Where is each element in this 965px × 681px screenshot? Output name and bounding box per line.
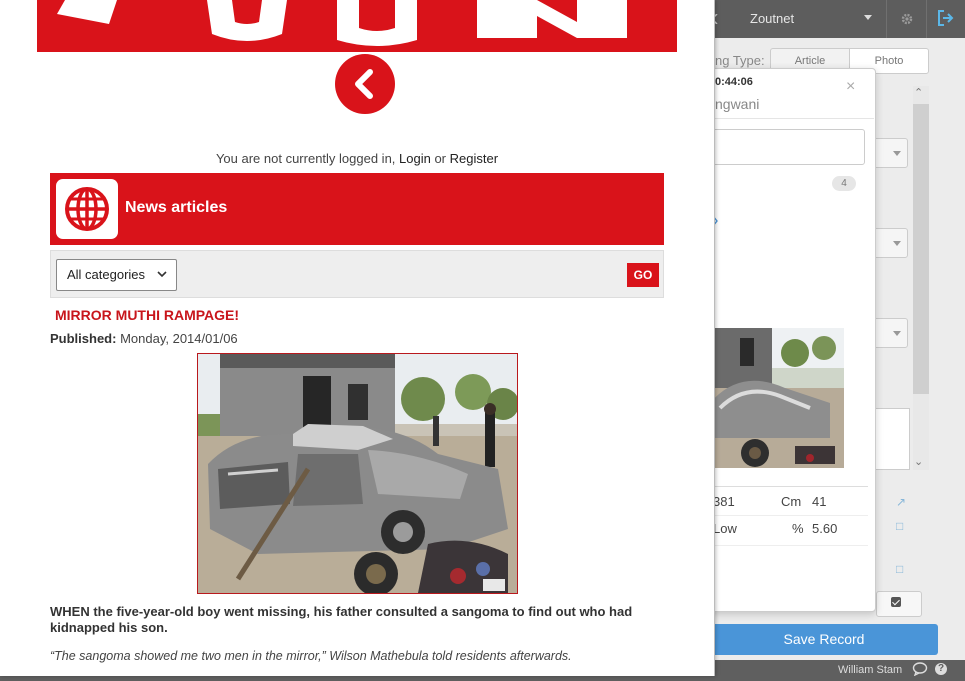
go-button[interactable]: GO [627,263,659,287]
close-icon[interactable]: × [846,78,855,96]
section-title: News articles [125,199,228,216]
stat-label: % [792,521,804,536]
article-headline-link[interactable]: MIRROR MUTHI RAMPAGE! [55,307,239,323]
divider [700,118,874,119]
logout-icon [938,10,954,26]
count-badge: 4 [832,176,856,191]
or-text: or [430,151,450,166]
login-link[interactable]: Login [399,151,431,166]
field-select[interactable] [872,318,908,348]
published-label: Published: [50,331,117,346]
logo-image [37,0,677,52]
stat-value: 41 [812,494,827,509]
article-image [197,353,518,594]
modal-text-input[interactable] [700,129,865,165]
divider [700,545,868,546]
news-site-window: You are not currently logged in, Login o… [0,0,715,676]
globe-tile [56,179,118,239]
document-icon[interactable]: □ [896,562,903,576]
logout-button[interactable] [926,0,965,38]
save-record-button[interactable]: Save Record [710,624,938,655]
stat-value: 5.60 [812,521,838,536]
login-prefix-text: You are not currently logged in, [215,151,400,166]
chat-icon[interactable] [912,662,928,676]
chevron-down-icon [157,271,167,278]
settings-button[interactable] [886,0,927,38]
news-section-header: News articles [50,173,664,245]
document-icon[interactable]: □ [896,519,903,533]
login-status-text: You are not currently logged in, Login o… [0,151,714,166]
divider [700,486,868,487]
checkbox-toggle[interactable] [876,591,922,617]
notes-textarea[interactable] [872,408,910,470]
stat-left-value: Low [713,521,737,536]
scroll-up-icon[interactable]: ⌃ [914,86,923,99]
modal-author-name: ngwani [715,96,760,112]
category-select[interactable]: All categories [56,259,177,291]
field-select[interactable] [872,228,908,258]
stat-left-value: 381 [713,494,735,509]
register-link[interactable]: Register [450,151,498,166]
globe-icon [65,187,109,231]
modal-timestamp: 0:44:06 [715,76,753,88]
scrollbar-thumb[interactable] [913,104,929,394]
category-select-value: All categories [67,267,146,282]
chevron-down-icon[interactable] [864,15,872,20]
stat-label: Cm [781,494,802,509]
published-date: Monday, 2014/01/06 [120,331,238,346]
article-quote: “The sangoma showed me two men in the mi… [50,649,572,663]
published-line: Published: Monday, 2014/01/06 [50,331,238,346]
article-thumbnail-image [700,328,844,468]
external-link-icon[interactable]: ↗ [896,495,906,509]
scroll-down-icon[interactable]: ⌄ [914,455,923,468]
field-select[interactable] [872,138,908,168]
listing-type-label: ng Type: [715,53,765,68]
gear-icon [901,13,913,25]
category-filter-bar: All categories GO [50,250,664,298]
check-icon [891,597,901,607]
divider [700,515,868,516]
back-button[interactable] [335,54,395,114]
site-menu-label[interactable]: Zoutnet [750,11,794,26]
current-user-name[interactable]: William Stam [838,664,902,676]
article-lead-paragraph: WHEN the five-year-old boy went missing,… [50,604,633,635]
help-icon[interactable]: ? [935,663,947,675]
chevron-left-icon [355,69,373,99]
burned-car-photo [198,354,517,593]
site-masthead-logo[interactable] [37,0,677,52]
